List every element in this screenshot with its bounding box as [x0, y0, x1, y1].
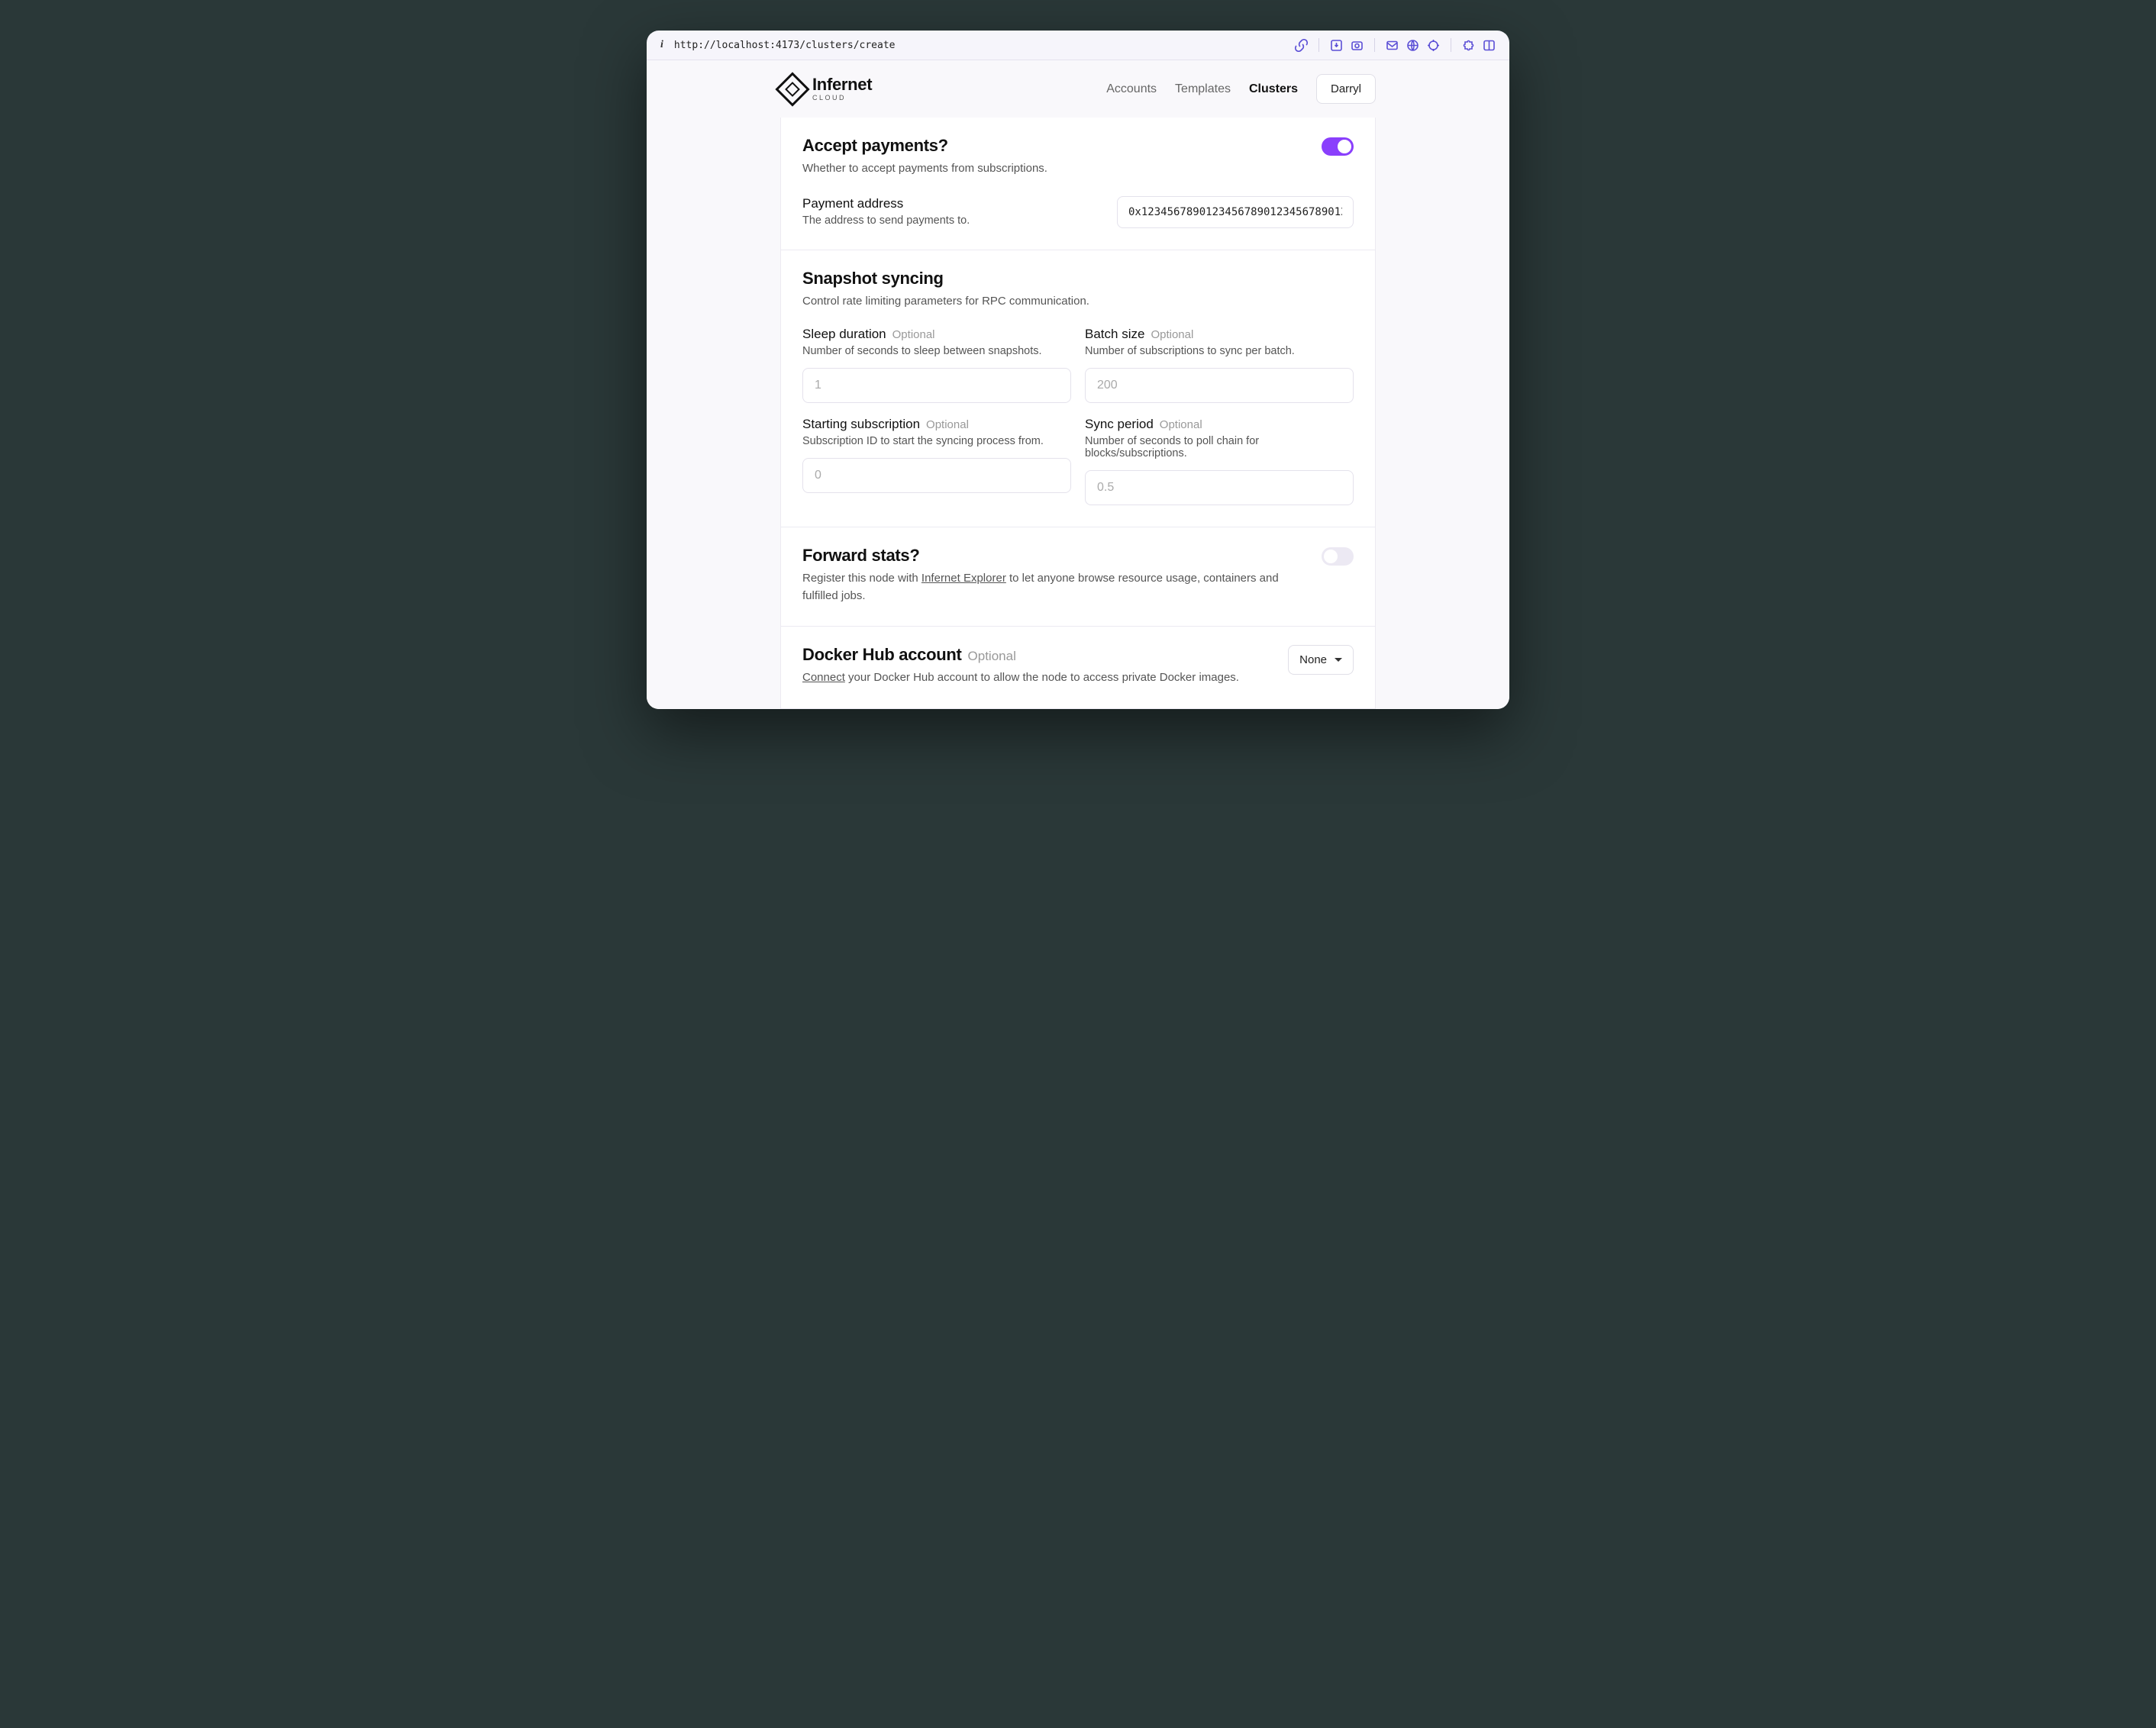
brand-subtitle: CLOUD	[812, 95, 872, 102]
forward-desc: Register this node with Infernet Explore…	[802, 570, 1306, 604]
infernet-explorer-link[interactable]: Infernet Explorer	[921, 572, 1006, 585]
forward-title: Forward stats?	[802, 546, 1306, 566]
payments-title: Accept payments?	[802, 136, 1306, 156]
start-label: Starting subscription	[802, 417, 920, 432]
nav-accounts[interactable]: Accounts	[1106, 82, 1157, 96]
section-snapshot: Snapshot syncing Control rate limiting p…	[781, 250, 1375, 527]
payment-address-desc: The address to send payments to.	[802, 214, 970, 227]
link-icon[interactable]	[1295, 39, 1308, 52]
main-nav: Accounts Templates Clusters Darryl	[1106, 74, 1376, 104]
snapshot-desc: Control rate limiting parameters for RPC…	[802, 293, 1354, 311]
camera-icon[interactable]	[1351, 39, 1364, 52]
sleep-label: Sleep duration	[802, 327, 886, 342]
docker-connect-link[interactable]: Connect	[802, 671, 845, 684]
sleep-input[interactable]	[802, 368, 1071, 403]
optional-tag: Optional	[1160, 418, 1202, 431]
user-menu-button[interactable]: Darryl	[1316, 74, 1376, 104]
section-docker: Docker Hub account Optional Connect your…	[781, 626, 1375, 708]
start-desc: Subscription ID to start the syncing pro…	[802, 435, 1071, 447]
browser-bar: i http://localhost:4173/clusters/create	[647, 31, 1509, 60]
payment-address-label: Payment address	[802, 196, 970, 211]
optional-tag: Optional	[926, 418, 969, 431]
extension-icons	[1295, 38, 1496, 52]
section-forward-stats: Forward stats? Register this node with I…	[781, 527, 1375, 626]
download-icon[interactable]	[1330, 39, 1343, 52]
period-desc: Number of seconds to poll chain for bloc…	[1085, 435, 1354, 459]
logo-icon	[775, 72, 809, 106]
app-header: Infernet CLOUD Accounts Templates Cluste…	[780, 60, 1376, 118]
sleep-desc: Number of seconds to sleep between snaps…	[802, 345, 1071, 357]
forward-toggle[interactable]	[1322, 547, 1354, 566]
url-display: http://localhost:4173/clusters/create	[674, 40, 1284, 51]
payments-desc: Whether to accept payments from subscrip…	[802, 160, 1306, 178]
start-input[interactable]	[802, 458, 1071, 493]
docker-title: Docker Hub account	[802, 645, 962, 665]
payments-toggle[interactable]	[1322, 137, 1354, 156]
docker-desc: Connect your Docker Hub account to allow…	[802, 669, 1273, 687]
nav-templates[interactable]: Templates	[1175, 82, 1231, 96]
payment-address-input[interactable]	[1117, 196, 1354, 228]
period-input[interactable]	[1085, 470, 1354, 505]
globe-icon[interactable]	[1406, 39, 1419, 52]
batch-label: Batch size	[1085, 327, 1144, 342]
info-icon[interactable]: i	[660, 39, 663, 51]
nav-clusters[interactable]: Clusters	[1249, 82, 1298, 96]
panels-icon[interactable]	[1483, 39, 1496, 52]
target-icon[interactable]	[1427, 39, 1440, 52]
snapshot-title: Snapshot syncing	[802, 269, 1354, 289]
batch-input[interactable]	[1085, 368, 1354, 403]
batch-desc: Number of subscriptions to sync per batc…	[1085, 345, 1354, 357]
logo[interactable]: Infernet CLOUD	[780, 76, 872, 102]
puzzle-icon[interactable]	[1462, 39, 1475, 52]
section-payments: Accept payments? Whether to accept payme…	[781, 118, 1375, 250]
brand-name: Infernet	[812, 76, 872, 93]
optional-tag: Optional	[1151, 328, 1193, 341]
period-label: Sync period	[1085, 417, 1154, 432]
optional-tag: Optional	[892, 328, 935, 341]
mail-icon[interactable]	[1386, 39, 1399, 52]
docker-account-select[interactable]: None	[1288, 645, 1354, 675]
chevron-down-icon	[1335, 658, 1342, 662]
section-containers: Containers Configure containers and serv…	[781, 708, 1375, 710]
optional-tag: Optional	[968, 649, 1016, 664]
